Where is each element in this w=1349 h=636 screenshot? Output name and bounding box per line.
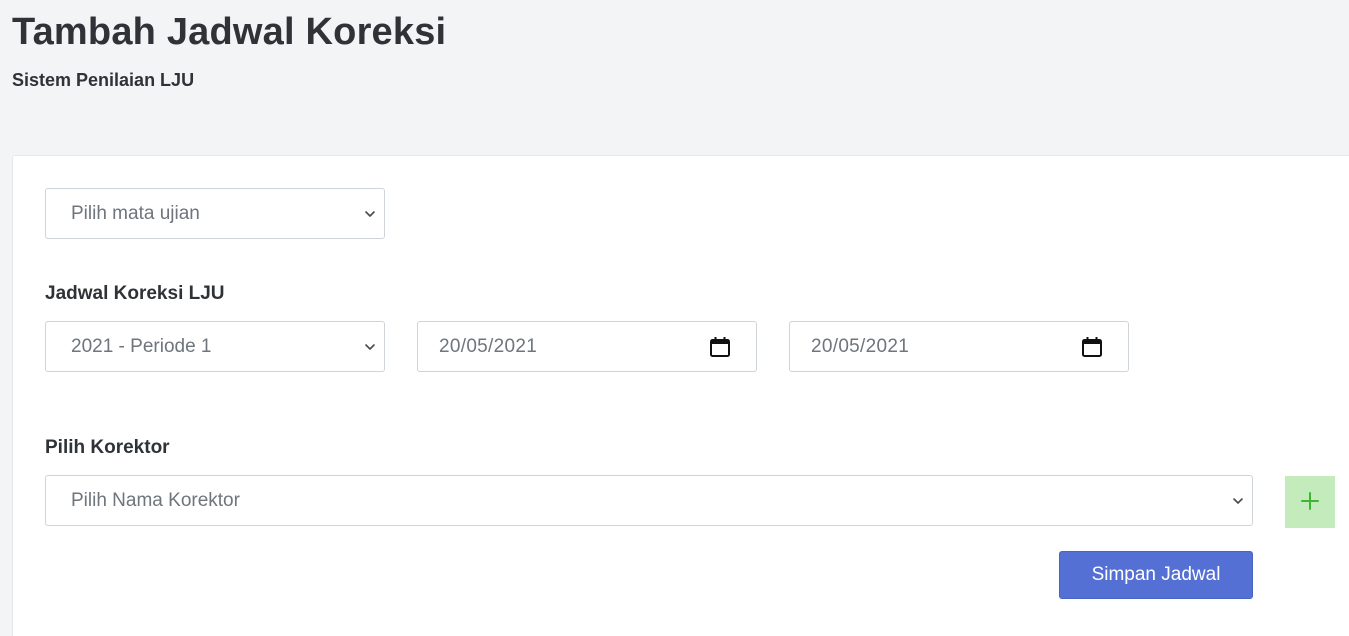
corrector-select[interactable]: Pilih Nama Korektor xyxy=(45,475,1253,526)
chevron-down-icon xyxy=(364,208,376,220)
add-corrector-button[interactable] xyxy=(1285,476,1335,528)
save-schedule-button[interactable]: Simpan Jadwal xyxy=(1059,551,1253,599)
corrector-label: Pilih Korektor xyxy=(45,437,170,458)
page-subtitle: Sistem Penilaian LJU xyxy=(12,70,195,90)
period-select[interactable]: 2021 - Periode 1 xyxy=(45,321,385,372)
start-date-value: 20/05/2021 xyxy=(439,335,538,357)
chevron-down-icon xyxy=(364,341,376,353)
chevron-down-icon xyxy=(1232,495,1244,507)
exam-subject-select[interactable]: Pilih mata ujian xyxy=(45,188,385,239)
page-title: Tambah Jadwal Koreksi xyxy=(12,11,447,53)
corrector-select-value: Pilih Nama Korektor xyxy=(71,489,240,511)
period-select-value: 2021 - Periode 1 xyxy=(71,335,212,357)
end-date-input[interactable]: 20/05/2021 xyxy=(789,321,1129,372)
start-date-input[interactable]: 20/05/2021 xyxy=(417,321,757,372)
calendar-icon[interactable] xyxy=(1081,336,1103,358)
plus-icon xyxy=(1301,491,1319,513)
calendar-icon[interactable] xyxy=(709,336,731,358)
schedule-label: Jadwal Koreksi LJU xyxy=(45,283,225,304)
end-date-value: 20/05/2021 xyxy=(811,335,910,357)
exam-subject-select-value: Pilih mata ujian xyxy=(71,202,200,224)
